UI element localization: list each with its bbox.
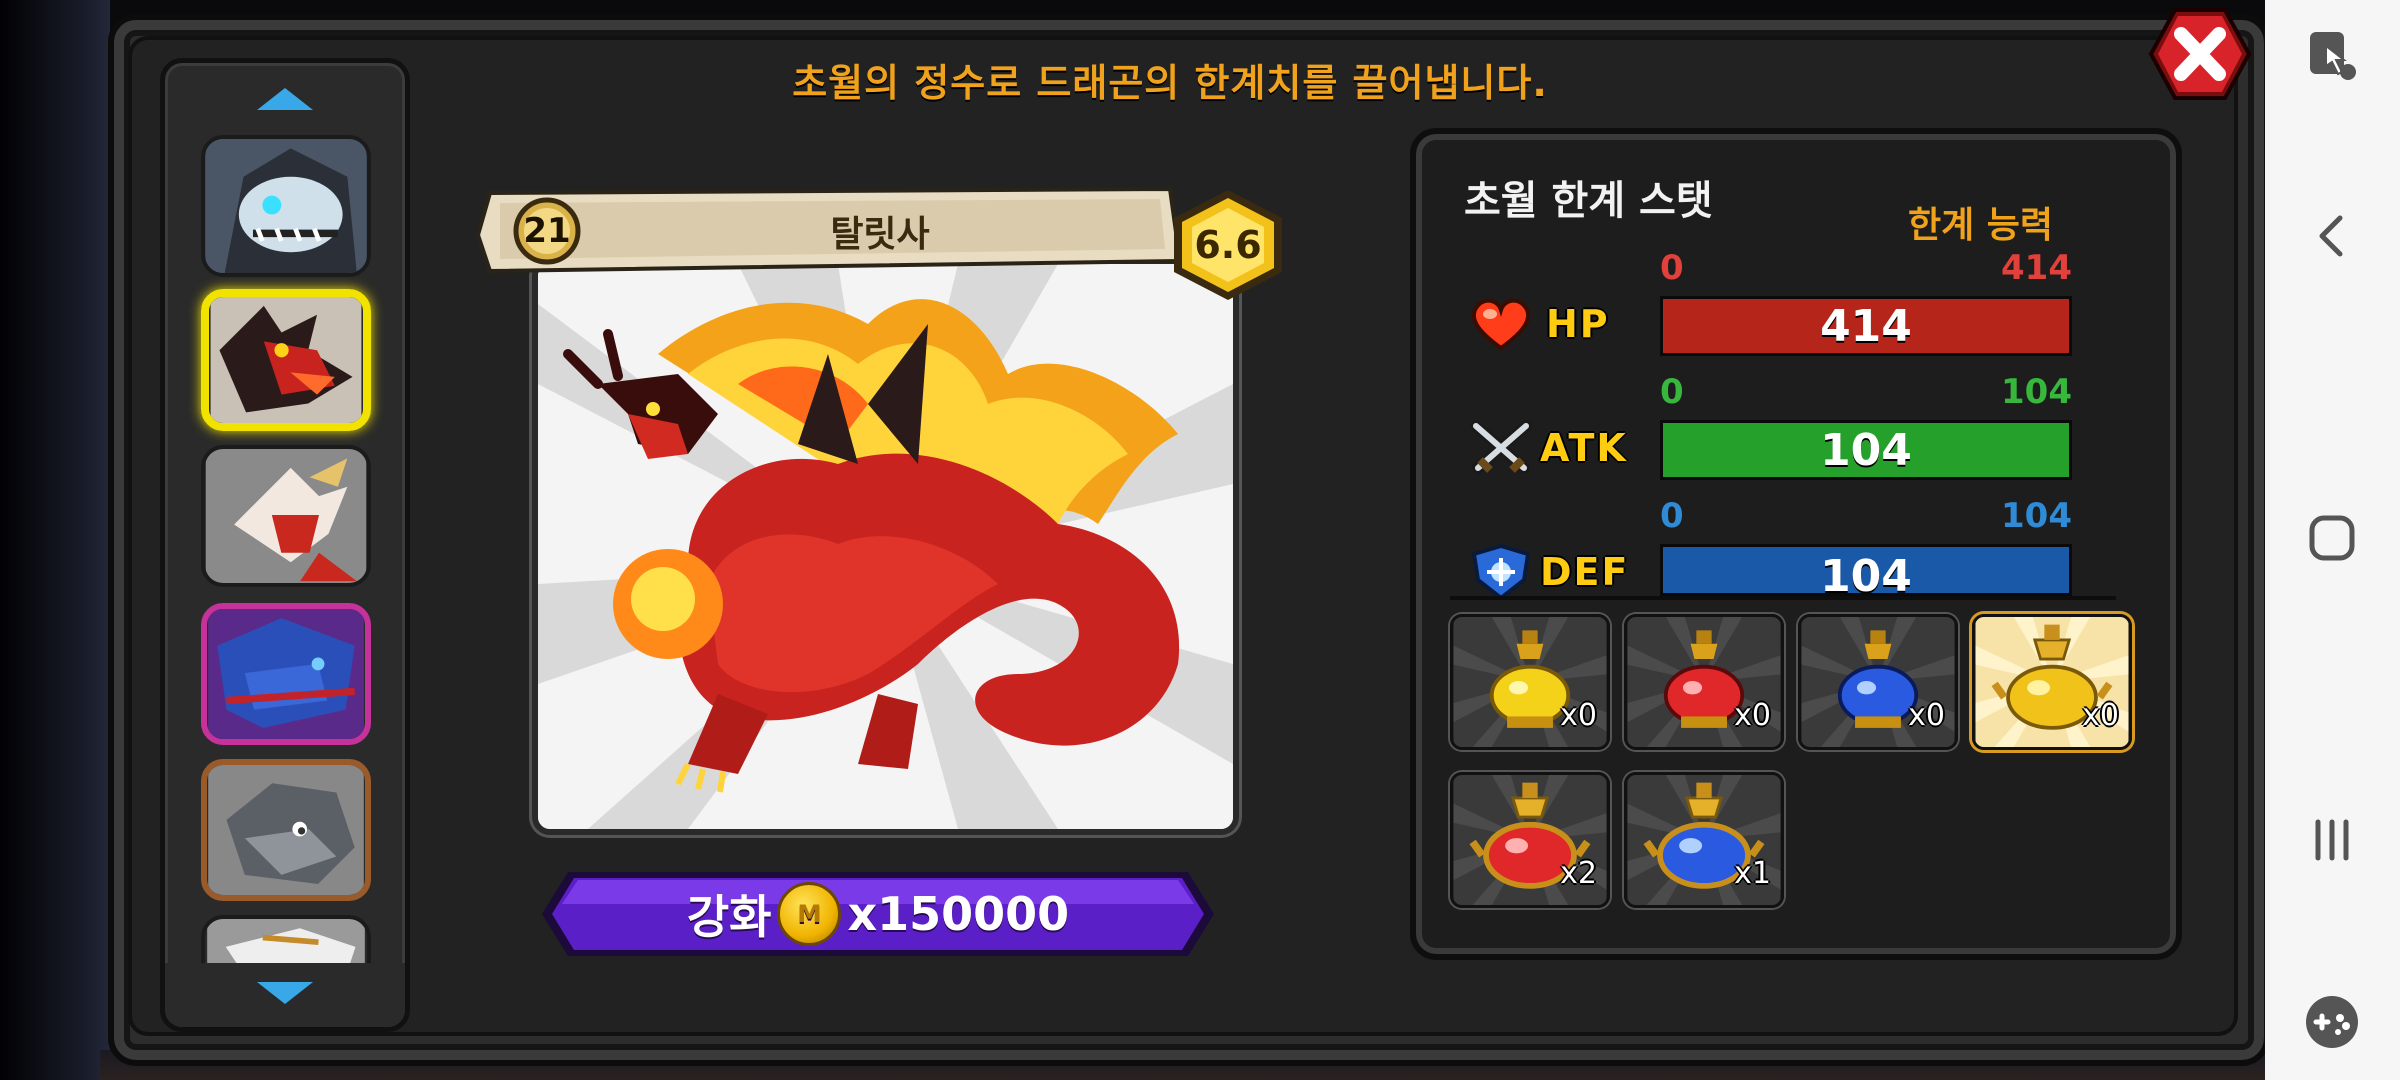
dragon-thumb-fire[interactable] — [201, 289, 371, 431]
white-red-dragon-icon — [205, 449, 367, 583]
def-label: DEF — [1540, 550, 1630, 594]
hp-value: 414 — [1820, 300, 1912, 352]
fire-dragon-art — [538, 264, 1233, 829]
item-slot-red-ornate-potion[interactable]: x2 — [1450, 772, 1610, 908]
scroll-up-button[interactable] — [165, 79, 405, 119]
background-scene — [0, 0, 110, 1080]
atk-max: 104 — [2001, 372, 2072, 412]
back-button[interactable] — [2294, 198, 2370, 274]
stats-title: 초월 한계 스탯 — [1464, 178, 1713, 224]
screen-touch-button[interactable] — [2294, 18, 2370, 94]
item-count: x0 — [2082, 698, 2119, 733]
back-icon — [2319, 215, 2343, 257]
item-slot-red-potion[interactable]: x0 — [1624, 614, 1784, 750]
game-tools-icon — [2306, 996, 2358, 1048]
atk-label: ATK — [1540, 426, 1628, 470]
dragon-thumb-skeleton[interactable] — [201, 135, 371, 277]
screen-touch-icon — [2310, 32, 2356, 80]
fire-dragon-icon — [210, 297, 362, 423]
item-count: x1 — [1734, 856, 1771, 891]
def-max: 104 — [2001, 496, 2072, 536]
upgrade-label: 강화 — [686, 890, 772, 944]
dragon-portrait — [532, 258, 1239, 835]
hp-label: HP — [1546, 302, 1610, 346]
item-slot-yellow-potion[interactable]: x0 — [1450, 614, 1610, 750]
coin-icon: M — [777, 882, 842, 946]
item-count: x0 — [1908, 698, 1945, 733]
dragon-thumb-white-red[interactable] — [201, 445, 371, 587]
chevron-up-icon — [257, 88, 313, 110]
heart-icon — [1468, 296, 1534, 352]
hp-bar: 414 — [1660, 296, 2072, 356]
atk-bar: 104 — [1660, 420, 2072, 480]
def-value: 104 — [1820, 551, 1912, 596]
hp-min: 0 — [1660, 248, 1684, 288]
skeleton-dragon-icon — [205, 139, 367, 273]
grade-badge: 6.6 — [1166, 186, 1290, 304]
level-value: 21 — [523, 211, 571, 251]
stats-subtitle: 한계 능력 — [1908, 205, 2054, 246]
home-button[interactable] — [2294, 500, 2370, 576]
def-min: 0 — [1660, 496, 1684, 536]
rock-dragon-icon — [208, 765, 364, 895]
dragon-name: 탈릿사 — [830, 214, 930, 255]
item-count: x2 — [1560, 856, 1597, 891]
atk-value: 104 — [1820, 424, 1912, 476]
def-bar: 104 — [1660, 544, 2072, 596]
dragon-list[interactable] — [160, 58, 410, 1032]
dragon-thumb-rock[interactable] — [201, 759, 371, 901]
atk-min: 0 — [1660, 372, 1684, 412]
crossed-swords-icon — [1468, 420, 1534, 476]
recents-icon — [2315, 819, 2349, 861]
shield-icon — [1468, 543, 1534, 601]
scroll-down-button[interactable] — [165, 973, 405, 1013]
stats-divider — [1450, 596, 2116, 600]
hp-max: 414 — [2001, 248, 2072, 288]
item-slot-blue-potion[interactable]: x0 — [1798, 614, 1958, 750]
grade-value: 6.6 — [1194, 223, 1262, 267]
home-icon — [2309, 515, 2355, 561]
blue-dragon-icon — [208, 609, 364, 739]
recents-button[interactable] — [2294, 802, 2370, 878]
upgrade-button-content[interactable]: 강화 M x150000 — [538, 868, 1218, 960]
item-slot-blue-ornate-potion[interactable]: x1 — [1624, 772, 1784, 908]
item-count: x0 — [1734, 698, 1771, 733]
dragon-thumb-blue[interactable] — [201, 603, 371, 745]
item-slot-gold-potion[interactable]: x0 — [1972, 614, 2132, 750]
chevron-down-icon — [257, 982, 313, 1004]
dialog-title: 초월의 정수로 드래곤의 한계치를 끌어냅니다. — [792, 61, 1548, 105]
close-button[interactable] — [2145, 4, 2255, 104]
item-count: x0 — [1560, 698, 1597, 733]
close-icon — [2148, 8, 2252, 100]
game-tools-button[interactable] — [2294, 984, 2370, 1060]
level-badge: 21 — [506, 196, 588, 266]
upgrade-cost: x150000 — [847, 887, 1070, 941]
